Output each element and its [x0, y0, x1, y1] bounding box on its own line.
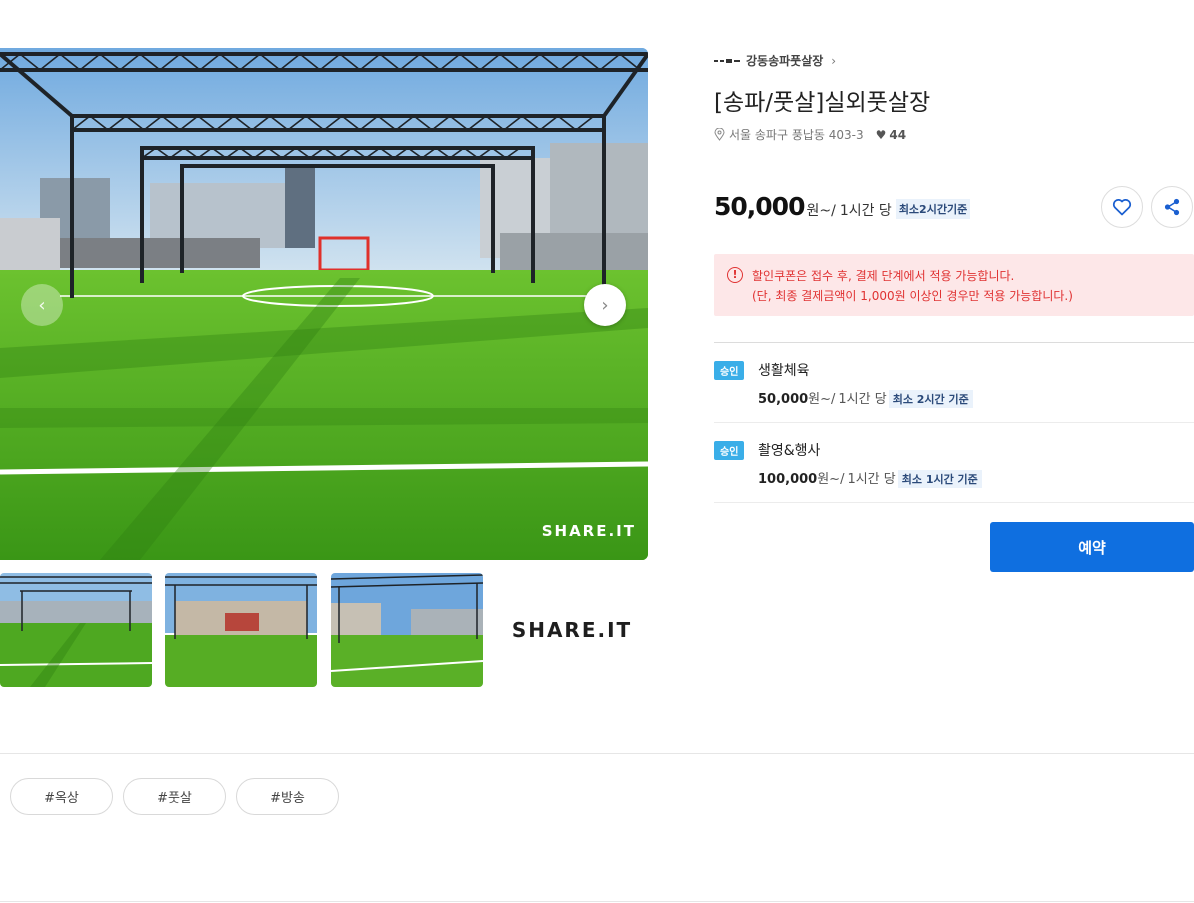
- share-icon: [1164, 198, 1180, 216]
- plan-name: 생활체육: [758, 363, 810, 379]
- like-button[interactable]: [1101, 186, 1143, 228]
- section-divider: [0, 901, 1194, 902]
- thumbnail-image: [165, 573, 317, 687]
- host-logo-icon: [714, 58, 740, 63]
- heart-outline-icon: [1112, 199, 1132, 216]
- plan-price-row: 100,000 원~/ 1시간 당 최소 1시간 기준: [758, 468, 982, 488]
- tag-rooftop[interactable]: #옥상: [10, 778, 113, 815]
- host-name: 강동송파풋살장: [746, 54, 824, 68]
- plan-item[interactable]: 승인 촬영&행사 100,000 원~/ 1시간 당 최소 1시간 기준: [714, 422, 1194, 502]
- space-meta: 서울 송파구 풍납동 403-3 ♥ 44: [714, 126, 906, 143]
- plan-unit: 원~/: [817, 472, 845, 487]
- share-it-logo: SHARE.IT: [511, 618, 633, 642]
- main-photo[interactable]: SHARE.IT ‹ ›: [0, 48, 648, 560]
- price-amount: 50,000: [714, 192, 805, 221]
- divider: [714, 502, 1194, 503]
- tag-broadcast[interactable]: #방송: [236, 778, 339, 815]
- min-hours-badge: 최소2시간기준: [895, 199, 971, 219]
- like-count: 44: [889, 127, 907, 142]
- thumbnail-4-logo[interactable]: SHARE.IT: [496, 573, 648, 687]
- host-link[interactable]: 강동송파풋살장 ›: [714, 52, 836, 69]
- price-per: 1시간 당: [839, 203, 892, 219]
- plan-per: 1시간 당: [847, 472, 896, 487]
- gallery-prev-button[interactable]: ‹: [21, 284, 63, 326]
- gallery-watermark: SHARE.IT: [541, 522, 636, 540]
- notice-line-1: 할인쿠폰은 접수 후, 결제 단계에서 적용 가능합니다.: [752, 269, 1015, 283]
- alert-circle-icon: !: [727, 267, 743, 283]
- plan-min-badge: 최소 1시간 기준: [897, 470, 982, 488]
- space-address: 서울 송파구 풍납동 403-3: [729, 128, 864, 142]
- reserve-button[interactable]: 예약: [990, 522, 1194, 572]
- thumbnail-image: [331, 573, 483, 687]
- space-title: [송파/풋살]실외풋살장: [714, 90, 931, 116]
- plan-price: 100,000: [758, 472, 818, 487]
- thumbnail-2[interactable]: [165, 573, 317, 687]
- plan-price: 50,000: [758, 392, 809, 407]
- price-unit: 원~/: [806, 203, 836, 219]
- chevron-right-icon: ›: [601, 294, 609, 316]
- thumbnail-1[interactable]: [0, 573, 152, 687]
- chevron-right-icon: ›: [831, 53, 837, 68]
- section-divider: [0, 753, 1194, 754]
- plan-unit: 원~/: [808, 392, 836, 407]
- location-pin-icon: [714, 128, 725, 141]
- plan-price-row: 50,000 원~/ 1시간 당 최소 2시간 기준: [758, 388, 973, 408]
- plan-item[interactable]: 승인 생활체육 50,000 원~/ 1시간 당 최소 2시간 기준: [714, 342, 1194, 422]
- price-row: 50,000 원~/ 1시간 당 최소2시간기준: [714, 192, 971, 221]
- heart-icon: ♥: [875, 127, 887, 142]
- plan-name: 촬영&행사: [758, 443, 821, 459]
- thumbnail-3[interactable]: [331, 573, 483, 687]
- share-button[interactable]: [1151, 186, 1193, 228]
- plan-per: 1시간 당: [838, 392, 887, 407]
- approval-badge: 승인: [714, 441, 745, 460]
- thumbnail-image: [0, 573, 152, 687]
- rooftop-futsal-field-image: [0, 48, 648, 560]
- chevron-left-icon: ‹: [38, 294, 46, 316]
- notice-line-2: (단, 최종 결제금액이 1,000원 이상인 경우만 적용 가능합니다.): [752, 289, 1073, 303]
- tag-futsal[interactable]: #풋살: [123, 778, 226, 815]
- coupon-notice: ! 할인쿠폰은 접수 후, 결제 단계에서 적용 가능합니다. (단, 최종 결…: [714, 254, 1194, 316]
- plan-min-badge: 최소 2시간 기준: [888, 390, 973, 408]
- gallery-next-button[interactable]: ›: [584, 284, 626, 326]
- tag-list: #옥상 #풋살 #방송: [10, 778, 339, 815]
- approval-badge: 승인: [714, 361, 745, 380]
